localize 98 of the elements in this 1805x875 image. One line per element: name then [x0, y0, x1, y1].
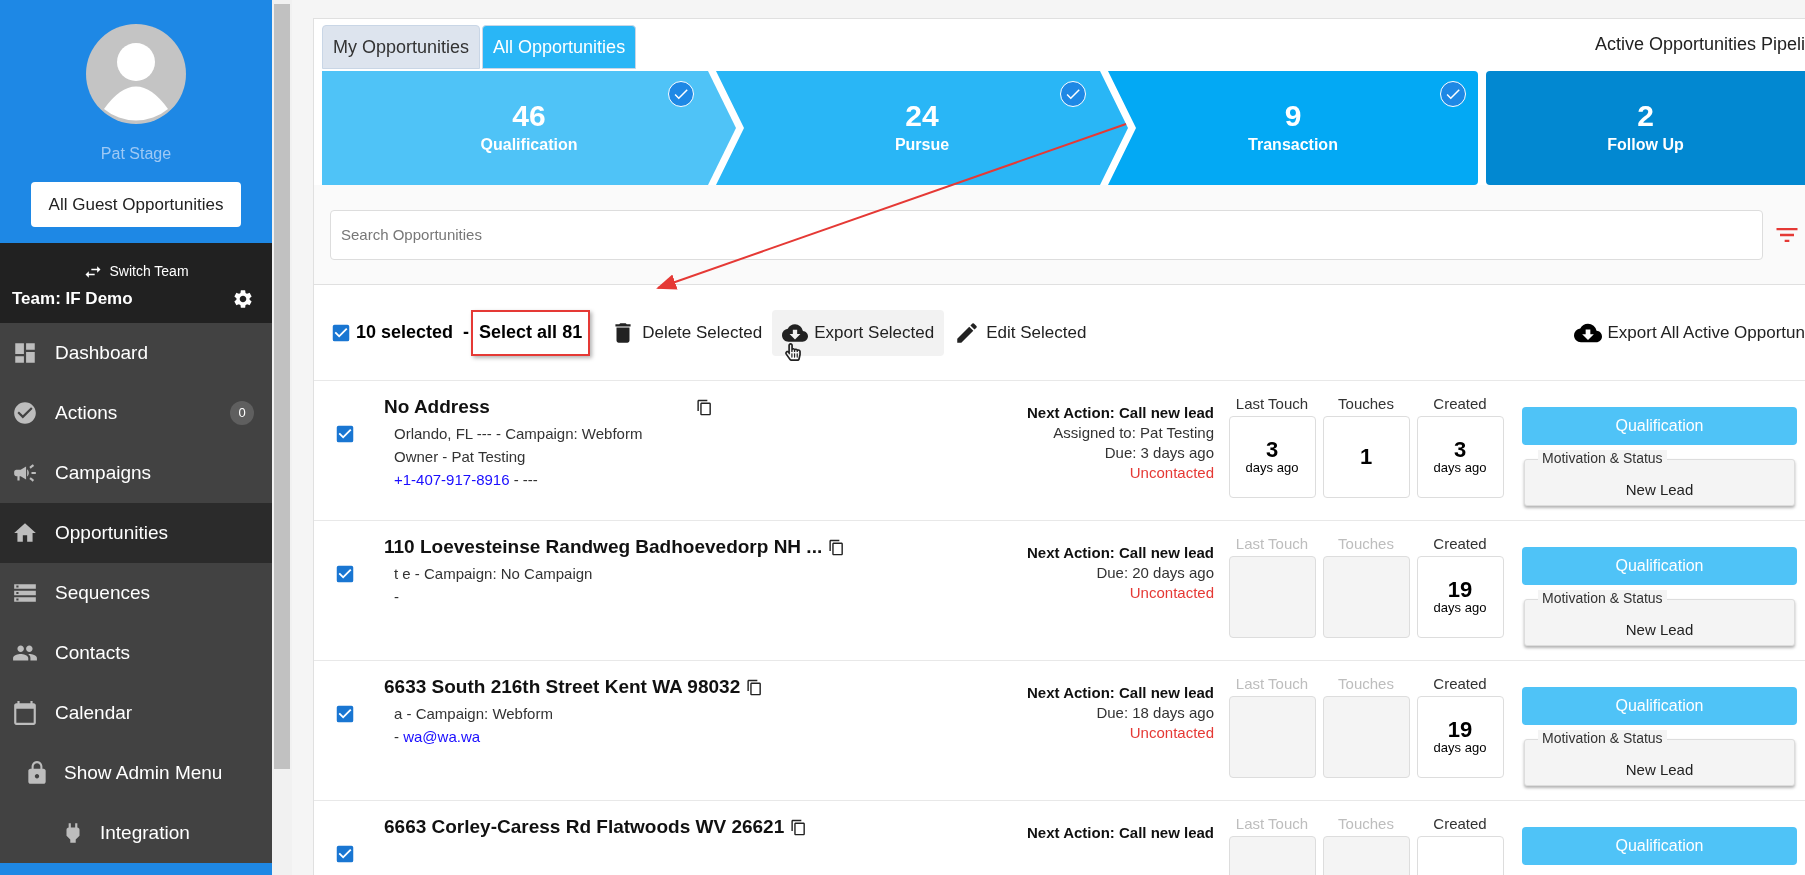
opportunity-detail: Owner - Pat Testing	[394, 446, 527, 467]
nav-label: Opportunities	[55, 520, 168, 545]
toolbar-action[interactable]: Edit Selected	[944, 309, 1097, 356]
metric-label: Touches	[1338, 534, 1394, 554]
status-text: Uncontacted	[1129, 723, 1214, 743]
metric-value: 19	[1447, 718, 1473, 741]
checkbox[interactable]	[334, 703, 356, 725]
nav-label: Sequences	[55, 580, 151, 605]
stage-label: Transaction	[1248, 135, 1338, 155]
stage-count: 46	[512, 99, 546, 133]
search-field[interactable]: Search Opportunities	[330, 209, 1763, 260]
team-name: Team: IF Demo	[12, 288, 133, 310]
metric-value: 1	[1359, 445, 1373, 468]
metric-unit: days ago	[1433, 600, 1487, 615]
nav-label: Dashboard	[55, 340, 148, 365]
action-detail: Due: 3 days ago	[1104, 443, 1214, 463]
contact-link[interactable]: +1-407-917-8916	[394, 470, 510, 488]
checkbox[interactable]	[334, 843, 356, 865]
pipeline-title: Active Opportunities Pipeli	[1594, 33, 1805, 56]
pipeline-stage[interactable]: 2 Follow Up	[1486, 71, 1805, 185]
opportunity-detail: Orlando, FL --- - Campaign: Webform	[394, 423, 644, 444]
opportunity-detail: -	[394, 586, 400, 607]
metric-label: Created	[1433, 394, 1487, 414]
next-action: Next Action: Call new lead	[1027, 683, 1214, 703]
dashboard-icon	[12, 340, 38, 366]
opportunity-detail: a - Campaign: Webform	[394, 703, 554, 724]
stage-label: Follow Up	[1607, 135, 1684, 155]
opportunity-title[interactable]: 6633 South 216th Street Kent WA 98032	[384, 673, 741, 702]
next-action: Next Action: Call new lead	[1027, 823, 1214, 843]
select-all-link[interactable]: Select all 81	[471, 309, 591, 356]
metric-label: Touches	[1338, 814, 1394, 834]
metric-label: Touches	[1338, 674, 1394, 694]
stage-label: Pursue	[894, 135, 950, 155]
field-label: Motivation & Status	[1538, 590, 1667, 606]
action-detail: Due: 18 days ago	[1096, 703, 1214, 723]
stage-count: 9	[1284, 99, 1302, 133]
field-label: Motivation & Status	[1538, 730, 1667, 746]
action-detail: Due: 20 days ago	[1096, 563, 1214, 583]
copy-icon[interactable]	[790, 818, 808, 836]
stage-count: 2	[1637, 99, 1654, 133]
opportunity-title[interactable]: No Address	[384, 393, 490, 422]
metric-label: Last Touch	[1235, 674, 1309, 694]
contact-link[interactable]: wa@wa.wa	[403, 727, 481, 745]
status-text: Uncontacted	[1129, 463, 1214, 483]
metric-value: 3	[1265, 438, 1279, 461]
user-name: Pat Stage	[100, 144, 172, 164]
count-badge: 0	[230, 401, 254, 425]
metric-label: Touches	[1338, 394, 1394, 414]
next-action: Next Action: Call new lead	[1027, 403, 1214, 423]
metric-value: 3	[1453, 438, 1467, 461]
action-detail: Assigned to: Pat Testing	[1053, 423, 1214, 443]
next-action: Next Action: Call new lead	[1027, 543, 1214, 563]
copy-icon[interactable]	[695, 398, 713, 416]
stage-label: Qualification	[480, 135, 578, 155]
nav-label: Actions	[55, 400, 118, 425]
switch-team-link[interactable]: Switch Team	[109, 261, 189, 282]
toolbar-action[interactable]: Delete Selected	[600, 309, 773, 356]
metric-label: Last Touch	[1235, 394, 1309, 414]
toolbar-action[interactable]: Export Selected	[772, 309, 945, 356]
field-value: New Lead	[1625, 479, 1694, 500]
hand-cursor-icon	[784, 343, 802, 361]
nav-label: Contacts	[55, 640, 130, 665]
metric-label: Created	[1433, 534, 1487, 554]
calendar-icon	[12, 700, 38, 726]
metric-label: Last Touch	[1235, 534, 1309, 554]
nav-item[interactable]: Opportunities	[0, 503, 272, 563]
selected-count: 10 selected	[356, 321, 454, 344]
nav-label: Campaigns	[55, 460, 152, 485]
metric-unit: days ago	[1433, 740, 1487, 755]
checkbox[interactable]	[334, 563, 356, 585]
nav-label: Calendar	[55, 700, 133, 725]
copy-icon[interactable]	[746, 678, 764, 696]
settings-icon[interactable]	[232, 287, 254, 310]
tab[interactable]: My Opportunities	[322, 25, 481, 69]
checkbox[interactable]	[334, 423, 356, 445]
metric-label: Created	[1433, 814, 1487, 834]
field-label: Motivation & Status	[1538, 450, 1667, 466]
metric-value: 19	[1447, 578, 1473, 601]
field-value: New Lead	[1625, 759, 1694, 780]
opportunity-detail: - wa@wa.wa	[394, 726, 482, 747]
metric-label: Created	[1433, 674, 1487, 694]
metric-label: Last Touch	[1235, 814, 1309, 834]
field-value: New Lead	[1625, 619, 1694, 640]
nav-label: Show Admin Menu	[64, 760, 223, 785]
opportunity-title[interactable]: 110 Loevesteinse Randweg Badhoevedorp NH ...	[384, 533, 823, 562]
metric-unit: days ago	[1433, 460, 1487, 475]
opportunity-title[interactable]: 6663 Corley-Caress Rd Flatwoods WV 26621	[384, 813, 785, 842]
stage-count: 24	[905, 99, 939, 133]
opportunity-detail: t e - Campaign: No Campaign	[394, 563, 594, 584]
status-text: Uncontacted	[1129, 583, 1214, 603]
guest-opportunities-button[interactable]: All Guest Opportunities	[30, 182, 242, 227]
scrollbar-thumb[interactable]	[274, 4, 290, 769]
nav-label: Integration	[100, 820, 190, 845]
separator-text: -	[463, 321, 470, 344]
copy-icon[interactable]	[828, 538, 846, 556]
metric-unit: days ago	[1245, 460, 1299, 475]
export-all-link[interactable]: Export All Active Opportun	[1607, 319, 1805, 346]
opportunity-detail: +1-407-917-8916 - ---	[394, 469, 539, 490]
